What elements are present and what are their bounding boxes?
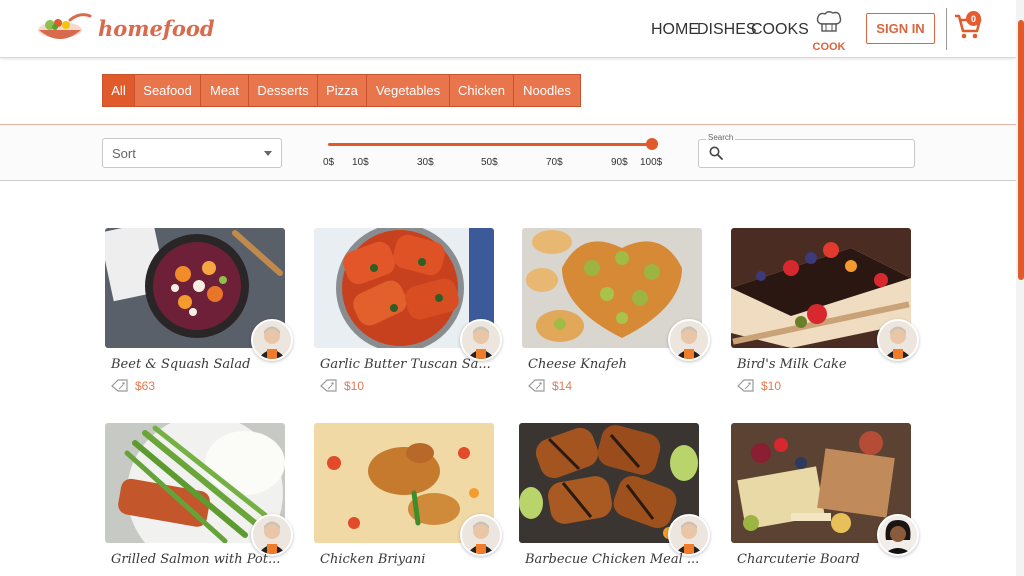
price-slider-track[interactable]	[328, 143, 652, 146]
price-tag-icon	[111, 379, 128, 392]
dish-card[interactable]: Bird's Milk Cake $10	[731, 228, 919, 393]
price-value: $10	[761, 379, 782, 393]
dish-name[interactable]: Bird's Milk Cake	[737, 357, 847, 372]
price-tick: 10$	[352, 157, 369, 168]
dish-card[interactable]: Charcuterie Board	[731, 423, 919, 567]
price-tick: 90$	[611, 157, 628, 168]
dish-name[interactable]: Garlic Butter Tuscan Sa...	[320, 357, 491, 372]
chef-hat-icon	[816, 11, 842, 32]
price-tag-icon	[737, 379, 754, 392]
price-value: $14	[552, 379, 573, 393]
dish-card[interactable]: Cheese Knafeh $14	[522, 228, 710, 393]
header-divider	[946, 8, 947, 50]
nav-home[interactable]: HOME	[651, 21, 699, 39]
dish-name[interactable]: Charcuterie Board	[737, 552, 860, 567]
category-tab-seafood[interactable]: Seafood	[135, 75, 201, 106]
cook-label: COOK	[812, 41, 846, 53]
brand-logo[interactable]: homefood	[36, 10, 215, 46]
search-icon	[709, 146, 723, 160]
category-tab-desserts[interactable]: Desserts	[249, 75, 318, 106]
price-tag-icon	[528, 379, 545, 392]
category-tabs: All Seafood Meat Desserts Pizza Vegetabl…	[102, 74, 581, 107]
nav-dishes[interactable]: DISHES	[697, 21, 757, 39]
chevron-down-icon	[264, 151, 272, 156]
price-tag-icon	[320, 379, 337, 392]
dish-price: $14	[528, 379, 572, 393]
dish-price: $63	[111, 379, 155, 393]
price-value: $10	[344, 379, 365, 393]
cook-avatar[interactable]	[877, 319, 919, 361]
logo-bowl-icon	[38, 13, 92, 39]
search-label: Search	[706, 133, 736, 142]
nav-cooks[interactable]: COOKS	[751, 21, 809, 39]
cook-avatar[interactable]	[668, 319, 710, 361]
dish-name[interactable]: Chicken Briyani	[320, 552, 425, 567]
brand-name: homefood	[98, 15, 215, 41]
search-input[interactable]	[698, 139, 915, 168]
category-tab-all[interactable]: All	[103, 75, 135, 106]
category-tab-noodles[interactable]: Noodles	[514, 75, 580, 106]
dish-card[interactable]: Chicken Briyani	[314, 423, 502, 567]
sign-in-button[interactable]: SIGN IN	[866, 13, 935, 44]
price-tick: 0$	[323, 157, 335, 168]
price-tick: 30$	[417, 157, 434, 168]
dish-name[interactable]: Barbecue Chicken Meal ...	[525, 552, 699, 567]
scrollbar-thumb[interactable]	[1018, 20, 1024, 280]
price-tick: 50$	[481, 157, 498, 168]
cook-avatar[interactable]	[877, 514, 919, 556]
cook-avatar[interactable]	[251, 319, 293, 361]
category-tab-meat[interactable]: Meat	[201, 75, 249, 106]
dish-price: $10	[737, 379, 781, 393]
category-tab-vegetables[interactable]: Vegetables	[367, 75, 450, 106]
sort-select[interactable]: Sort	[102, 138, 282, 168]
dish-card[interactable]: Barbecue Chicken Meal ...	[519, 423, 710, 567]
cook-avatar[interactable]	[668, 514, 710, 556]
cook-avatar[interactable]	[460, 514, 502, 556]
cook-avatar[interactable]	[251, 514, 293, 556]
cook-button[interactable]: COOK	[812, 10, 846, 53]
dish-name[interactable]: Cheese Knafeh	[528, 357, 627, 372]
dish-card[interactable]: Beet & Squash Salad $63	[105, 228, 293, 393]
price-slider-thumb[interactable]	[646, 138, 658, 150]
category-tab-pizza[interactable]: Pizza	[318, 75, 367, 106]
category-tab-chicken[interactable]: Chicken	[450, 75, 514, 106]
dish-name[interactable]: Grilled Salmon with Pot...	[111, 552, 280, 567]
cart-count-badge: 0	[966, 11, 981, 26]
sort-placeholder: Sort	[112, 145, 136, 161]
price-tick: 70$	[546, 157, 563, 168]
price-value: $63	[135, 379, 156, 393]
price-tick: 100$	[640, 157, 663, 168]
dish-price: $10	[320, 379, 364, 393]
dish-card[interactable]: Garlic Butter Tuscan Sa... $10	[314, 228, 502, 393]
cook-avatar[interactable]	[460, 319, 502, 361]
dish-card[interactable]: Grilled Salmon with Pot...	[105, 423, 293, 567]
dish-name[interactable]: Beet & Squash Salad	[111, 357, 250, 372]
